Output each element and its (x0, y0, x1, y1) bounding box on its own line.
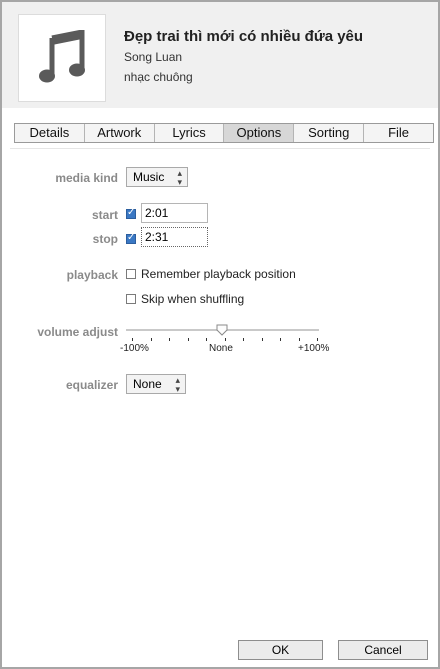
song-header: Đẹp trai thì mới có nhiều đứa yêu Song L… (2, 2, 438, 108)
album-artwork (18, 14, 106, 102)
tab-details[interactable]: Details (15, 124, 85, 142)
remember-position-label[interactable]: Remember playback position (141, 267, 296, 281)
song-title: Đẹp trai thì mới có nhiều đứa yêu (124, 28, 364, 45)
song-artist: Song Luan (124, 50, 183, 64)
volume-tick (132, 338, 133, 341)
media-kind-select[interactable]: Music ▴ ▾ (126, 167, 188, 187)
volume-tick (224, 338, 226, 341)
tab-options[interactable]: Options (224, 124, 295, 142)
song-info-dialog: Đẹp trai thì mới có nhiều đứa yêu Song L… (0, 0, 440, 669)
music-note-icon (39, 30, 85, 83)
start-time-field[interactable]: 2:01 (141, 203, 208, 223)
media-kind-label: media kind (55, 171, 118, 185)
chevron-updown-icon: ▴ ▾ (175, 375, 180, 394)
tab-artwork[interactable]: Artwork (85, 124, 155, 142)
volume-tick (187, 338, 189, 341)
cancel-button[interactable]: Cancel (338, 640, 428, 660)
volume-tick (169, 338, 170, 341)
equalizer-select[interactable]: None ▴ ▾ (126, 374, 186, 394)
song-genre: nhạc chuông (124, 70, 193, 84)
tab-file[interactable]: File (364, 124, 433, 142)
volume-slider-thumb[interactable] (216, 324, 228, 336)
volume-min-label: -100% (120, 343, 149, 354)
volume-tick (243, 338, 244, 341)
start-label: start (91, 208, 118, 222)
stop-checkbox[interactable] (126, 232, 136, 244)
volume-max-label: +100% (298, 343, 330, 354)
volume-tick (317, 338, 318, 341)
tab-sorting[interactable]: Sorting (294, 124, 365, 142)
volume-adjust-label: volume adjust (37, 325, 118, 339)
volume-tick (206, 338, 207, 341)
volume-tick (150, 338, 152, 341)
volume-tick (261, 338, 263, 341)
volume-tick (280, 338, 281, 341)
tab-divider (10, 148, 430, 149)
remember-position-checkbox[interactable] (126, 269, 136, 279)
playback-label: playback (66, 268, 118, 282)
media-kind-value: Music (133, 170, 165, 184)
stop-time-field[interactable]: 2:31 (141, 227, 208, 247)
tab-bar: Details Artwork Lyrics Options Sorting F… (14, 123, 434, 143)
skip-shuffling-label[interactable]: Skip when shuffling (141, 292, 244, 306)
tab-lyrics[interactable]: Lyrics (155, 124, 225, 142)
stop-label: stop (92, 232, 118, 246)
volume-tick (298, 338, 300, 341)
chevron-updown-icon: ▴ ▾ (177, 168, 182, 187)
ok-button[interactable]: OK (238, 640, 323, 660)
equalizer-label: equalizer (65, 378, 118, 392)
equalizer-value: None (133, 377, 162, 391)
skip-shuffling-checkbox[interactable] (126, 294, 136, 304)
start-checkbox[interactable] (126, 207, 136, 219)
volume-mid-label: None (209, 343, 233, 354)
